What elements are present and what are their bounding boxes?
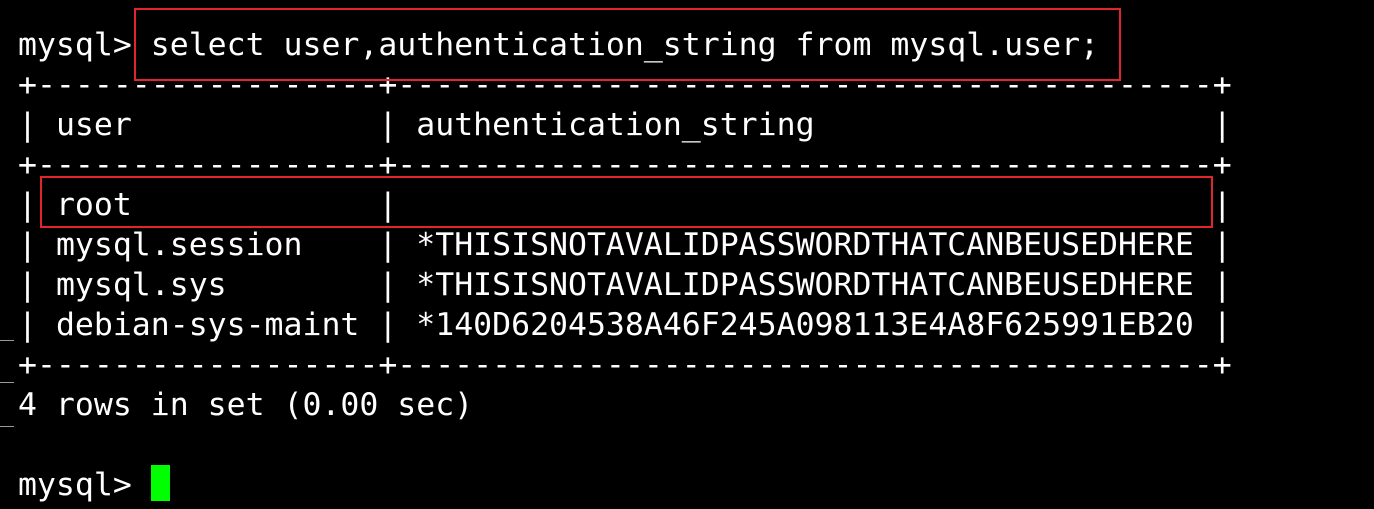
table-separator: | [18, 227, 56, 263]
cell-user: mysql.session [55, 227, 360, 263]
cell-authentication-string: *140D6204538A46F245A098113E4A8F625991EB2… [416, 307, 1194, 343]
cell-authentication-string: *THISISNOTAVALIDPASSWORDTHATCANBEUSEDHER… [416, 227, 1194, 263]
table-row-mysql-sys: | mysql.sys | *THISISNOTAVALIDPASSWORDTH… [18, 265, 1232, 305]
table-separator: | [18, 307, 56, 343]
window-edge-mark [0, 426, 14, 427]
table-separator: | [1193, 307, 1232, 343]
table-separator: | [1193, 107, 1232, 143]
window-edge-mark [0, 340, 14, 341]
table-separator: | [18, 107, 56, 143]
cell-authentication-string: *THISISNOTAVALIDPASSWORDTHATCANBEUSEDHER… [416, 267, 1194, 303]
table-separator: | [18, 267, 56, 303]
command-highlight-box [134, 8, 1121, 81]
mysql-prompt: mysql> [18, 467, 151, 503]
text-cursor [150, 465, 170, 501]
window-edge-mark [0, 382, 14, 383]
table-separator: | [359, 107, 417, 143]
cell-user: mysql.sys [55, 267, 360, 303]
prompt-line[interactable]: mysql> [18, 465, 170, 505]
table-row-mysql-session: | mysql.session | *THISISNOTAVALIDPASSWO… [18, 225, 1232, 265]
query-status: 4 rows in set (0.00 sec) [18, 387, 474, 423]
column-header-authentication-string: authentication_string [416, 107, 1194, 143]
table-row-debian-sys-maint: | debian-sys-maint | *140D6204538A46F245… [18, 305, 1232, 345]
mysql-prompt: mysql> [18, 27, 151, 63]
table-separator: | [359, 227, 417, 263]
table-separator: | [359, 267, 417, 303]
terminal-window[interactable]: mysql> select user,authentication_string… [0, 0, 1374, 509]
table-header-row: | user | authentication_string | [18, 105, 1232, 145]
table-separator: | [359, 307, 417, 343]
table-separator: | [1193, 227, 1232, 263]
table-border-bottom: +------------------+--------------------… [18, 347, 1232, 383]
table-separator: | [1193, 267, 1232, 303]
column-header-user: user [55, 107, 360, 143]
cell-user: debian-sys-maint [55, 307, 360, 343]
root-row-highlight-box [40, 176, 1213, 228]
